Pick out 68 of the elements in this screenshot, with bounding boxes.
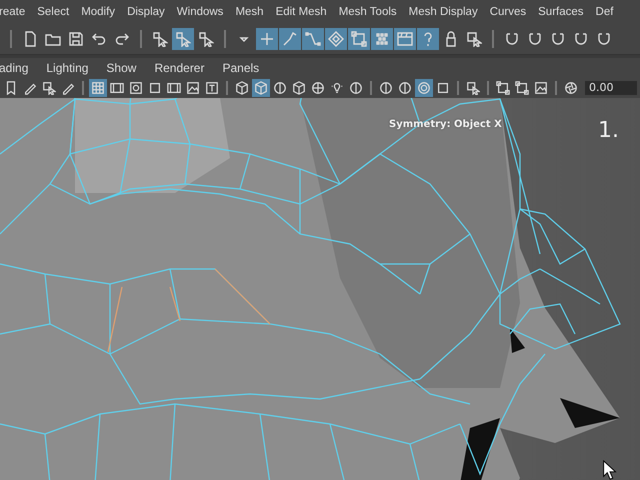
menu-item[interactable]: Display <box>127 6 165 18</box>
cube-button[interactable] <box>233 78 251 96</box>
mouse-cursor-icon <box>602 460 618 480</box>
cube-button[interactable] <box>252 78 270 96</box>
menu-item[interactable]: Edit Mesh <box>276 6 327 18</box>
image-icon <box>534 80 548 94</box>
magnet-icon <box>550 31 566 47</box>
dark-square-icon <box>148 80 162 94</box>
menu-item[interactable]: Show <box>106 60 136 74</box>
diamond-icon <box>328 31 344 47</box>
magnet-icon <box>504 31 520 47</box>
cube-icon <box>254 80 268 94</box>
dots-icon <box>374 31 390 47</box>
ring-button[interactable] <box>415 78 433 96</box>
menu-item[interactable]: reate <box>0 6 26 18</box>
film-icon <box>110 80 124 94</box>
redo-icon <box>114 31 130 47</box>
menu-item[interactable]: Windows <box>176 6 224 18</box>
ring-icon <box>417 80 431 94</box>
bone-button[interactable] <box>279 28 301 50</box>
menu-item[interactable]: Renderer <box>154 60 204 74</box>
select-cursor-icon <box>175 31 191 47</box>
menu-item[interactable]: Curves <box>490 6 526 18</box>
diamond-button[interactable] <box>325 28 347 50</box>
magnet-icon <box>573 31 589 47</box>
bulb-icon <box>330 80 344 94</box>
menu-item[interactable]: Panels <box>222 60 260 74</box>
clapper-button[interactable] <box>394 28 416 50</box>
text-icon <box>205 80 219 94</box>
menu-item[interactable]: Select <box>37 6 70 18</box>
square-points-button[interactable] <box>513 78 531 96</box>
camera-number: 1. <box>598 118 619 143</box>
clapper-icon <box>397 31 413 47</box>
menu-item[interactable]: Mesh Display <box>408 6 478 18</box>
plus-icon <box>259 31 275 47</box>
cube-icon <box>235 80 249 94</box>
square-points-icon <box>496 80 510 94</box>
dark-square-icon <box>436 80 450 94</box>
menu-item[interactable]: Lighting <box>46 60 88 74</box>
film-icon <box>167 80 181 94</box>
aperture-icon <box>564 80 578 94</box>
marquee-cursor-icon <box>466 31 482 47</box>
curve-icon <box>305 31 321 47</box>
square-points-button[interactable] <box>494 78 512 96</box>
grid-icon <box>91 80 105 94</box>
cube-icon <box>292 80 306 94</box>
marquee-cursor-icon <box>466 80 480 94</box>
magnet-icon <box>527 31 543 47</box>
dots-button[interactable] <box>371 28 393 50</box>
select-cursor-icon <box>152 31 168 47</box>
menu-item[interactable]: Modify <box>81 6 116 18</box>
image-icon <box>186 80 200 94</box>
cube-button[interactable] <box>290 78 308 96</box>
menu-item[interactable]: Surfaces <box>538 6 584 18</box>
marquee-cursor-icon <box>42 80 56 94</box>
square-points-icon <box>351 31 367 47</box>
bookmark-icon <box>4 80 18 94</box>
grid-button[interactable] <box>89 78 107 96</box>
select-cursor-icon <box>198 31 214 47</box>
magnet-icon <box>596 31 612 47</box>
menu-item[interactable]: Def <box>596 6 614 18</box>
undo-icon <box>91 31 107 47</box>
square-points-icon <box>515 80 529 94</box>
curve-button[interactable] <box>302 28 324 50</box>
exposure-field[interactable]: 0.00 <box>585 80 637 94</box>
menu-item[interactable]: Mesh Tools <box>338 6 397 18</box>
menu-item[interactable]: Mesh <box>235 6 264 18</box>
bone-icon <box>282 31 298 47</box>
